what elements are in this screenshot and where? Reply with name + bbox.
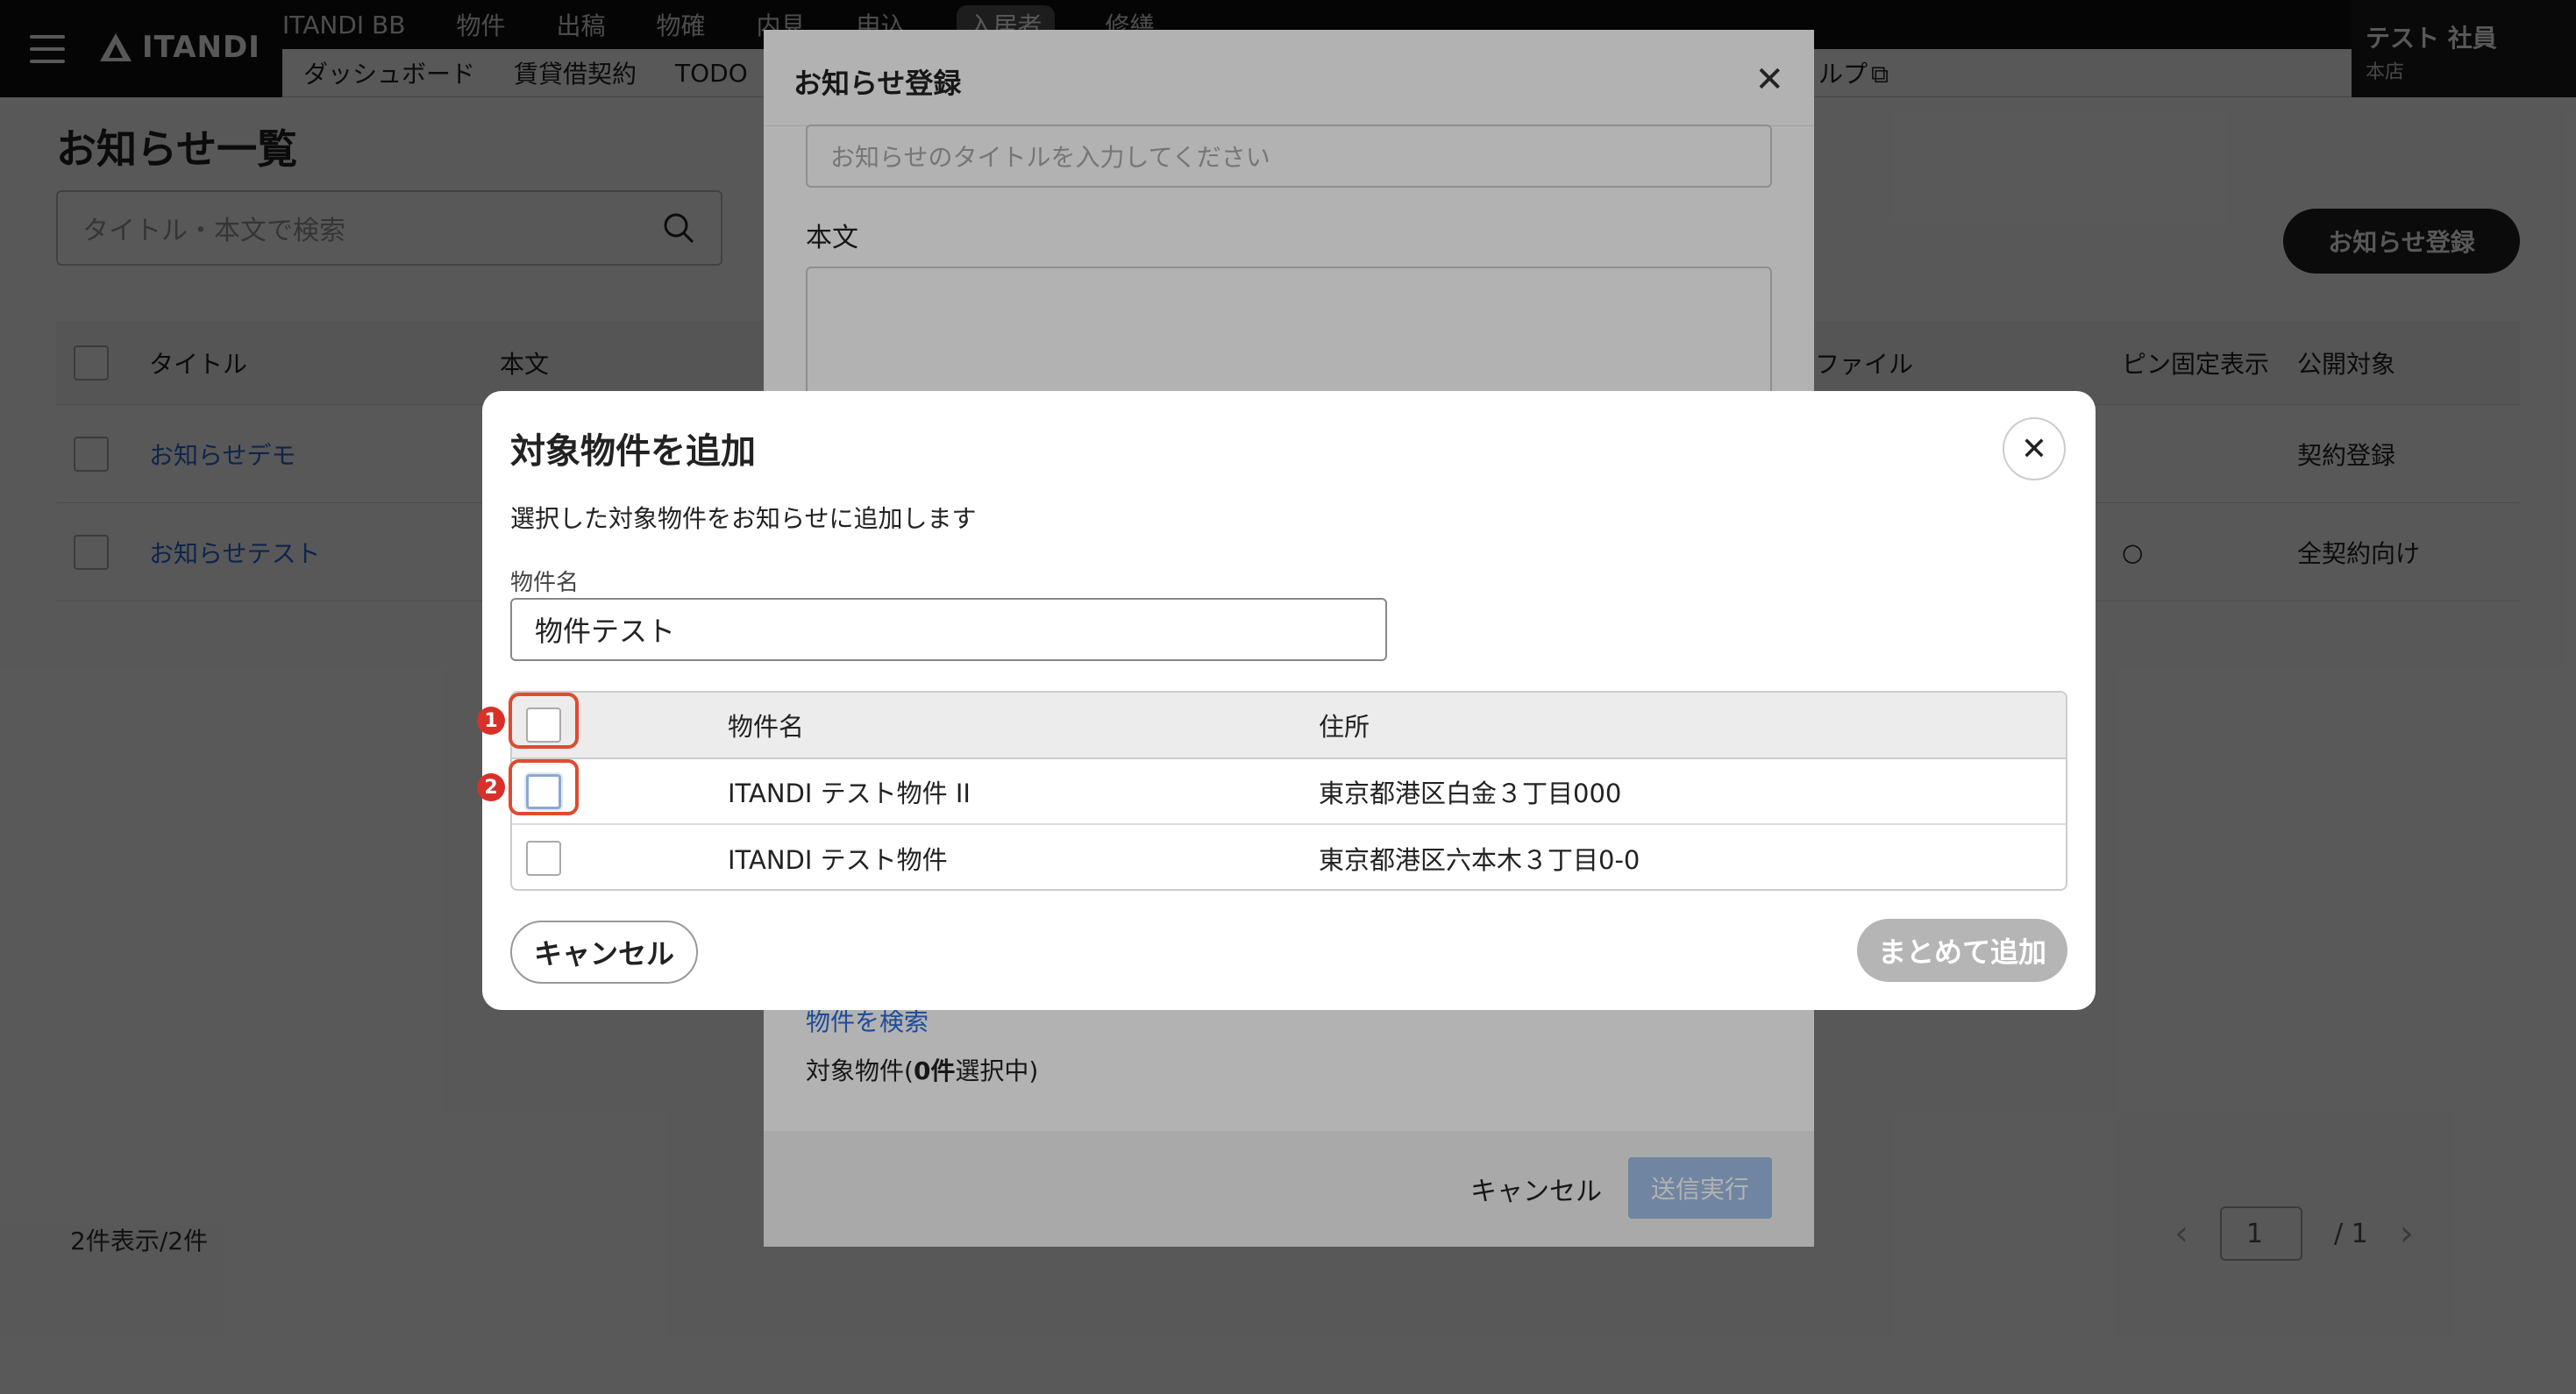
add-property-modal: 対象物件を追加 ✕ 選択した対象物件をお知らせに追加します 物件名 物件テスト … bbox=[477, 391, 2096, 1010]
close-icon[interactable]: ✕ bbox=[2003, 417, 2066, 480]
property-table-header: 物件名 住所 bbox=[512, 693, 2066, 759]
cancel-button[interactable]: キャンセル bbox=[510, 921, 698, 984]
property-name-label: 物件名 bbox=[510, 570, 580, 596]
annotation-highlight-2 bbox=[509, 759, 579, 815]
col-property-name: 物件名 bbox=[728, 712, 805, 742]
add-all-button[interactable]: まとめて追加 bbox=[1857, 919, 2067, 982]
property-name: ITANDI テスト物件 II bbox=[728, 778, 971, 808]
row-checkbox[interactable] bbox=[526, 840, 561, 876]
table-row[interactable]: ITANDI テスト物件 II 東京都港区白金３丁目000 bbox=[512, 759, 2066, 825]
property-address: 東京都港区六本木３丁目0-0 bbox=[1319, 844, 1640, 875]
add-modal-title: 対象物件を追加 bbox=[510, 431, 756, 472]
property-address: 東京都港区白金３丁目000 bbox=[1319, 778, 1622, 808]
annotation-marker-2: 2 bbox=[477, 773, 505, 801]
table-row[interactable]: ITANDI テスト物件 東京都港区六本木３丁目0-0 bbox=[512, 825, 2066, 889]
property-table: 物件名 住所 ITANDI テスト物件 II 東京都港区白金３丁目000 ITA… bbox=[510, 691, 2067, 891]
annotation-highlight-1 bbox=[509, 693, 579, 749]
annotation-marker-1: 1 bbox=[477, 707, 505, 735]
col-address: 住所 bbox=[1319, 712, 1370, 742]
property-name-input[interactable]: 物件テスト bbox=[510, 598, 1387, 661]
property-name: ITANDI テスト物件 bbox=[728, 844, 948, 875]
add-modal-description: 選択した対象物件をお知らせに追加します bbox=[510, 504, 977, 533]
